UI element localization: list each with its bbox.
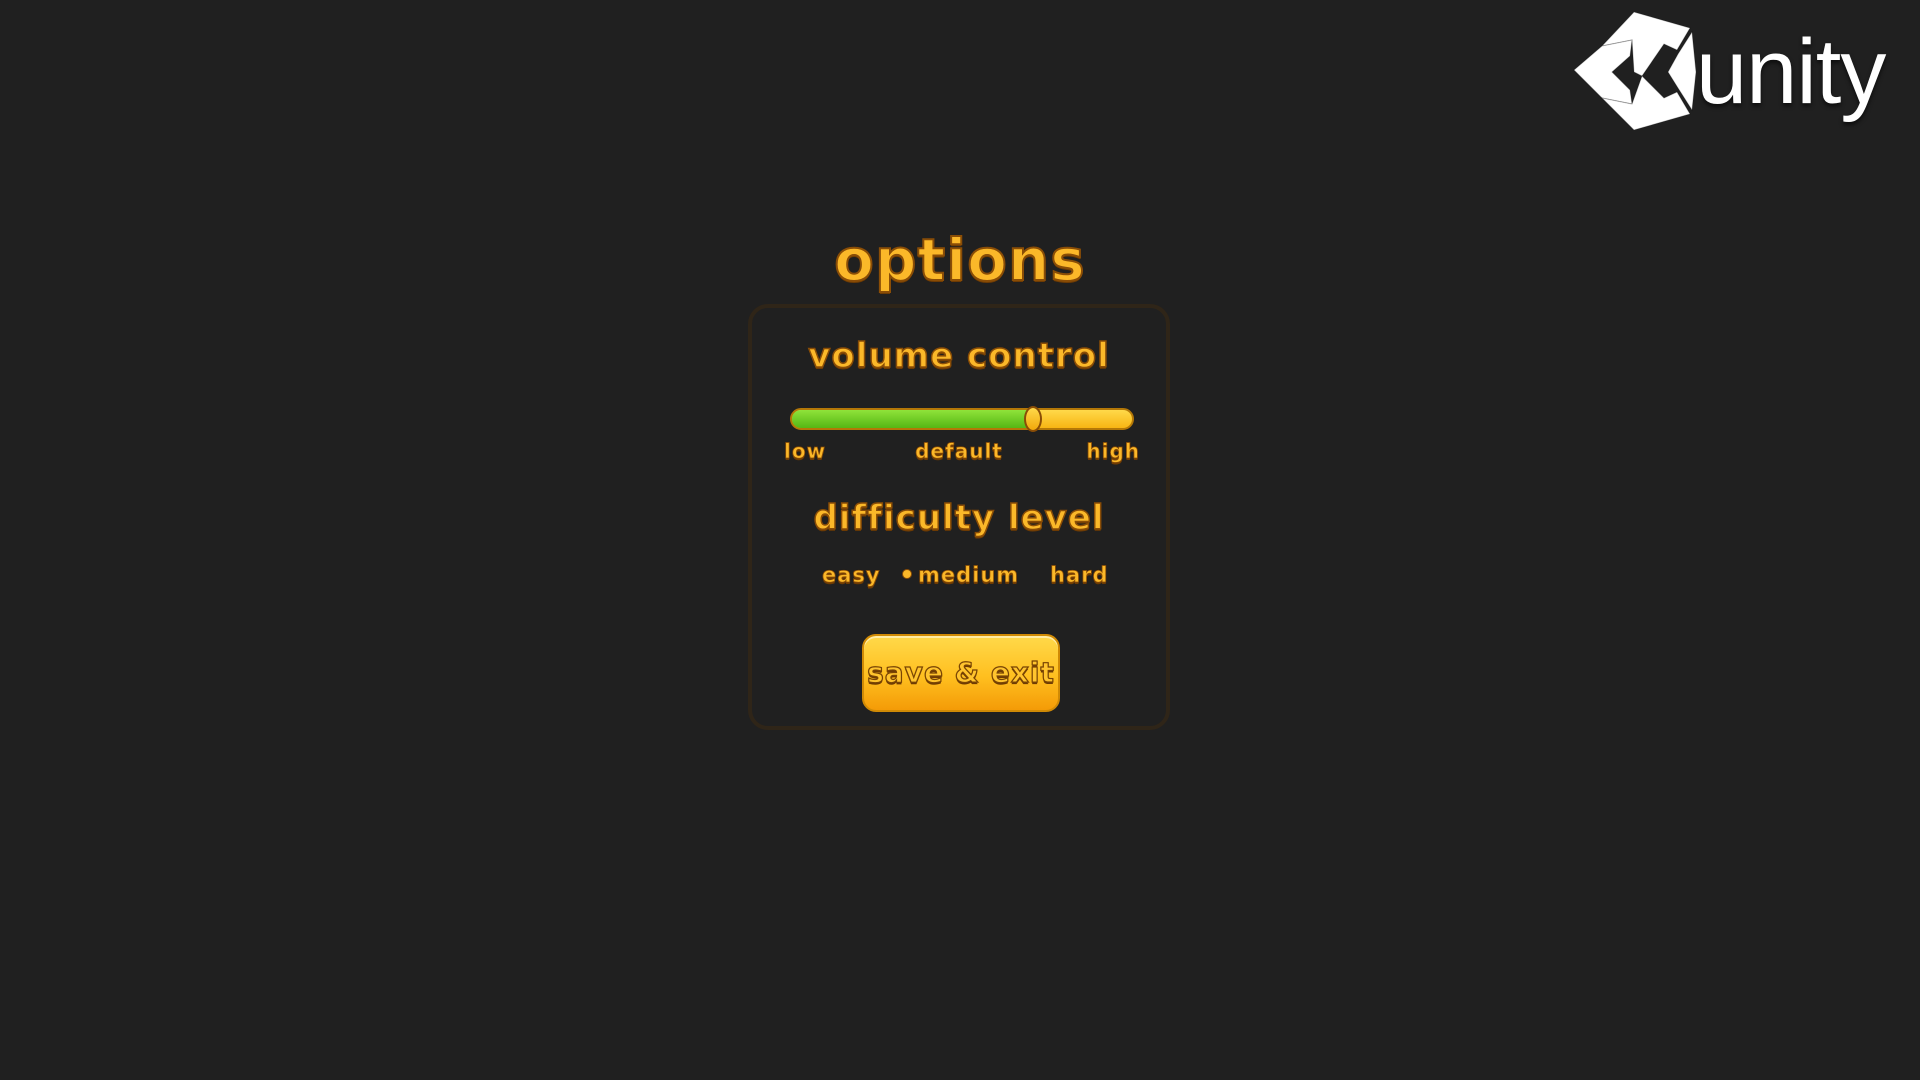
unity-cube-icon (1573, 12, 1696, 130)
page-title: options (833, 225, 1086, 295)
difficulty-option-label: hard (1050, 563, 1109, 588)
difficulty-option-medium[interactable]: medium (902, 560, 1019, 590)
volume-slider-handle[interactable] (1024, 406, 1043, 432)
save-exit-button[interactable]: save & exit (862, 634, 1060, 712)
unity-wordmark: unity (1696, 21, 1886, 123)
options-panel: volume control low default high difficul… (748, 304, 1170, 730)
difficulty-label: difficulty level (813, 497, 1105, 539)
difficulty-options: easy medium hard (752, 560, 1166, 590)
difficulty-option-easy[interactable]: easy (822, 560, 881, 590)
volume-label: volume control (808, 335, 1110, 377)
difficulty-option-label: medium (918, 563, 1020, 588)
difficulty-option-hard[interactable]: hard (1050, 560, 1109, 590)
radio-dot-icon (902, 569, 912, 579)
unity-logo: unity (1572, 12, 1902, 132)
volume-tick-high: high (1086, 439, 1140, 464)
volume-slider[interactable] (790, 406, 1134, 432)
difficulty-option-label: easy (822, 563, 881, 588)
volume-slider-fill (792, 410, 1034, 428)
